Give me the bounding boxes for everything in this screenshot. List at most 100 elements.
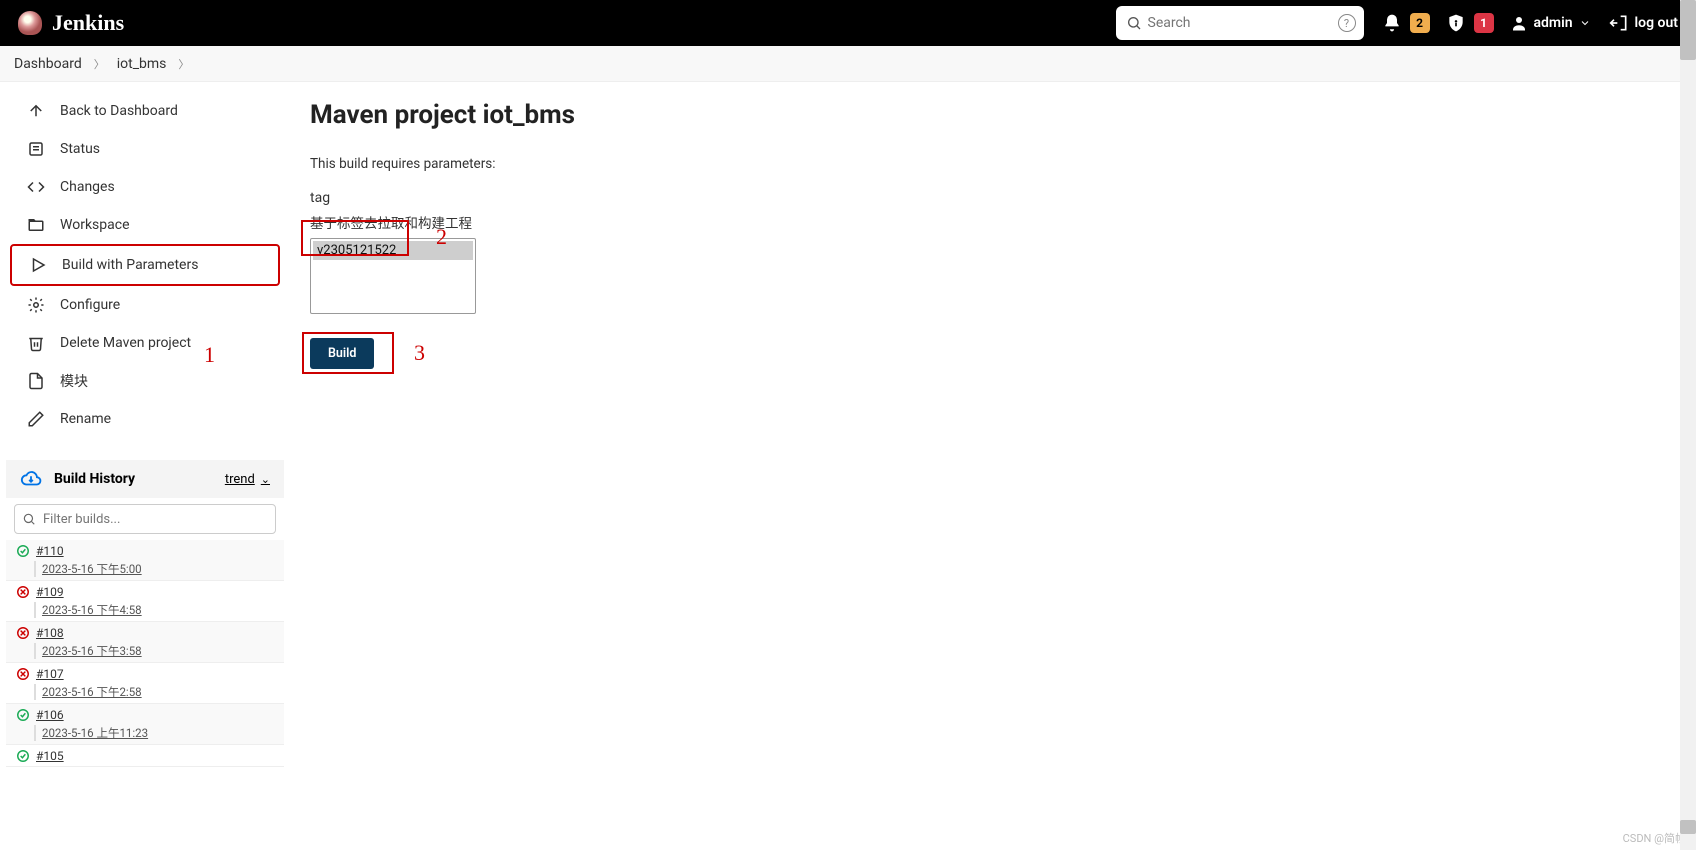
chevron-down-icon: ⌄ (261, 473, 270, 486)
build-link[interactable]: #107 (36, 667, 64, 681)
sidebar-item-label: Rename (60, 411, 111, 427)
build-link[interactable]: #110 (36, 544, 64, 558)
search-icon (22, 512, 36, 526)
username: admin (1534, 15, 1573, 31)
build-link[interactable]: #109 (36, 585, 64, 599)
annotation-1: 1 (204, 342, 215, 368)
sidebar-item-build-with-parameters[interactable]: Build with Parameters (10, 244, 280, 286)
logo[interactable]: Jenkins (18, 10, 124, 36)
shield-alert-icon[interactable] (1446, 13, 1466, 33)
bell-icon[interactable] (1382, 13, 1402, 33)
folder-icon (26, 215, 46, 235)
pencil-icon (26, 409, 46, 429)
sidebar-item-label: Build with Parameters (62, 257, 198, 273)
doc-icon (26, 371, 46, 391)
sidebar-item-模块[interactable]: 模块 (10, 362, 280, 400)
build-history-title: Build History (54, 471, 213, 487)
sidebar-item-rename[interactable]: Rename (10, 400, 280, 438)
tag-select-container: v2305121522 2 (310, 238, 476, 314)
search-input[interactable] (1116, 6, 1364, 40)
build-row: #109 2023-5-16 下午4:58 (6, 581, 284, 622)
crumb-dashboard[interactable]: Dashboard (14, 56, 82, 72)
build-time[interactable]: 2023-5-16 上午11:23 (34, 725, 274, 741)
code-icon (26, 177, 46, 197)
scrollbar-thumb-bottom[interactable] (1680, 820, 1696, 834)
breadcrumb: Dashboard 〉 iot_bms 〉 (0, 46, 1696, 82)
tag-option[interactable]: v2305121522 (313, 241, 473, 260)
build-history-header: Build History trend⌄ (6, 460, 284, 498)
build-list: #110 2023-5-16 下午5:00 #109 2023-5-16 下午4:58… (6, 540, 284, 767)
alert-badge[interactable]: 1 (1474, 13, 1494, 33)
sidebar-item-configure[interactable]: Configure (10, 286, 280, 324)
vertical-scrollbar[interactable] (1680, 0, 1696, 850)
gear-icon (26, 295, 46, 315)
build-row: #108 2023-5-16 下午3:58 (6, 622, 284, 663)
user-icon (1510, 14, 1528, 32)
annotation-3: 3 (414, 340, 425, 366)
jenkins-logo-icon (18, 11, 42, 35)
page-title: Maven project iot_bms (310, 100, 1676, 130)
page-body: Back to Dashboard Status Changes Workspace B… (0, 82, 1696, 850)
status-icon (26, 139, 46, 159)
param-desc-tag: 基于标签去拉取和构建工程 (310, 212, 1676, 232)
sidebar-item-changes[interactable]: Changes (10, 168, 280, 206)
tag-select[interactable]: v2305121522 (310, 238, 476, 314)
param-label-tag: tag (310, 190, 1676, 206)
params-hint: This build requires parameters: (310, 156, 1676, 172)
notification-badge[interactable]: 2 (1410, 13, 1430, 33)
play-icon (28, 255, 48, 275)
sidebar-item-back-to-dashboard[interactable]: Back to Dashboard (10, 92, 280, 130)
chevron-down-icon (1579, 17, 1591, 29)
sidebar-item-label: Status (60, 141, 100, 157)
sidebar-item-label: Delete Maven project (60, 335, 191, 351)
sidebar-item-label: Changes (60, 179, 115, 195)
logout-button[interactable]: log out (1609, 13, 1678, 33)
scrollbar-thumb-top[interactable] (1680, 0, 1696, 60)
sidebar-item-workspace[interactable]: Workspace (10, 206, 280, 244)
brand-text: Jenkins (52, 10, 124, 36)
sidebar-item-status[interactable]: Status (10, 130, 280, 168)
trend-link[interactable]: trend⌄ (225, 472, 270, 487)
sidebar-item-label: 模块 (60, 371, 88, 391)
crumb-project[interactable]: iot_bms (117, 56, 167, 72)
build-number-row: #107 (16, 667, 274, 681)
watermark: CSDN @简帧 (1623, 830, 1686, 846)
user-menu[interactable]: admin (1510, 14, 1591, 32)
sidebar-item-label: Back to Dashboard (60, 103, 178, 119)
build-number-row: #110 (16, 544, 274, 558)
build-time[interactable]: 2023-5-16 下午5:00 (34, 561, 274, 577)
logout-label: log out (1635, 15, 1678, 31)
build-number-row: #109 (16, 585, 274, 599)
build-number-row: #105 (16, 749, 274, 763)
build-button[interactable]: Build (310, 338, 374, 369)
build-row: #110 2023-5-16 下午5:00 (6, 540, 284, 581)
build-time[interactable]: 2023-5-16 下午2:58 (34, 684, 274, 700)
annotation-2: 2 (436, 224, 447, 250)
build-button-container: Build 3 (310, 338, 374, 369)
filter-builds-input[interactable] (14, 504, 276, 534)
main-content: Maven project iot_bms This build require… (290, 82, 1696, 850)
sidebar: Back to Dashboard Status Changes Workspace B… (0, 82, 290, 850)
build-row: #105 (6, 745, 284, 767)
help-icon[interactable]: ? (1338, 14, 1356, 32)
filter-container (6, 498, 284, 540)
build-row: #107 2023-5-16 下午2:58 (6, 663, 284, 704)
build-number-row: #106 (16, 708, 274, 722)
search-container: ? (1116, 6, 1364, 40)
top-header: Jenkins ? 2 1 admin log out (0, 0, 1696, 46)
build-number-row: #108 (16, 626, 274, 640)
header-icons: 2 1 (1382, 13, 1494, 33)
trash-icon (26, 333, 46, 353)
build-link[interactable]: #108 (36, 626, 64, 640)
search-icon (1126, 15, 1142, 31)
chevron-right-icon: 〉 (94, 56, 105, 72)
sidebar-item-delete-maven-project[interactable]: Delete Maven project (10, 324, 280, 362)
logout-icon (1609, 13, 1629, 33)
build-link[interactable]: #106 (36, 708, 64, 722)
arrow-up-icon (26, 101, 46, 121)
build-time[interactable]: 2023-5-16 下午4:58 (34, 602, 274, 618)
build-time[interactable]: 2023-5-16 下午3:58 (34, 643, 274, 659)
build-history-icon (20, 468, 42, 490)
chevron-right-icon: 〉 (178, 56, 189, 72)
build-link[interactable]: #105 (36, 749, 64, 763)
